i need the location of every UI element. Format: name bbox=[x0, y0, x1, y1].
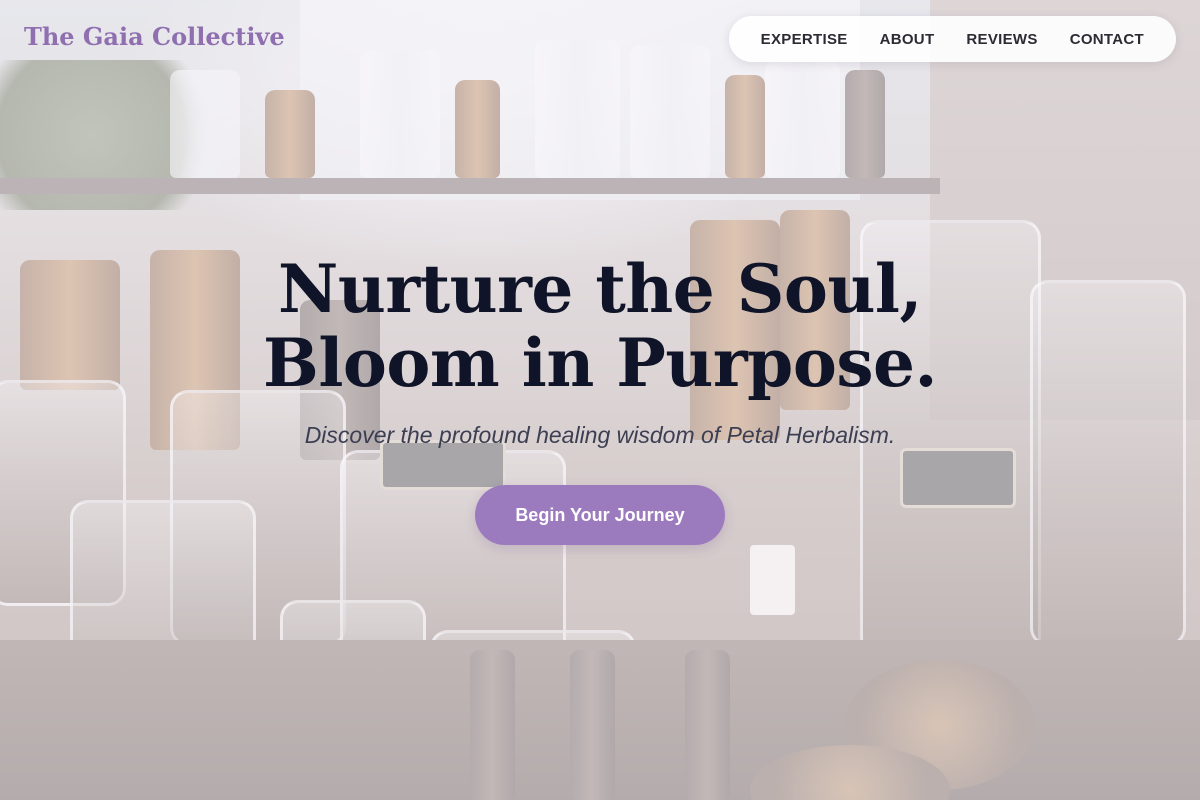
main-nav: EXPERTISE ABOUT REVIEWS CONTACT bbox=[728, 16, 1176, 62]
begin-journey-button[interactable]: Begin Your Journey bbox=[475, 485, 725, 545]
nav-item-reviews[interactable]: REVIEWS bbox=[966, 31, 1037, 48]
hero-title: Nurture the Soul, Bloom in Purpose. bbox=[263, 250, 937, 402]
brand-logo[interactable]: The Gaia Collective bbox=[24, 22, 285, 51]
nav-item-contact[interactable]: CONTACT bbox=[1070, 31, 1144, 48]
nav-item-about[interactable]: ABOUT bbox=[880, 31, 935, 48]
nav-item-expertise[interactable]: EXPERTISE bbox=[761, 31, 848, 48]
hero-section: Nurture the Soul, Bloom in Purpose. Disc… bbox=[0, 252, 1200, 545]
hero-subtitle: Discover the profound healing wisdom of … bbox=[304, 422, 896, 448]
